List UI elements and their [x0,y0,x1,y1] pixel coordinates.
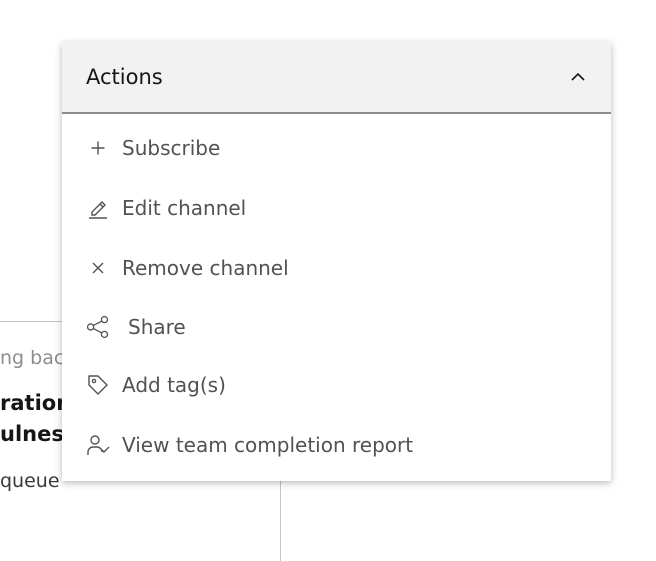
background-subtitle: queue [0,470,60,492]
tag-icon [86,373,110,397]
menu-item-label: Subscribe [122,136,221,160]
menu-item-label: Remove channel [122,256,289,280]
share-icon [86,315,110,339]
actions-dropdown: Actions Subscribe Edit channel Remove ch… [62,42,611,481]
user-check-icon [86,433,110,457]
menu-item-label: Add tag(s) [122,373,226,397]
chevron-up-icon [569,68,587,86]
menu-item-add-tags[interactable]: Add tag(s) [62,355,611,415]
menu-item-label: View team completion report [122,433,414,457]
actions-dropdown-title: Actions [86,65,163,89]
menu-item-label: Share [128,314,186,339]
edit-icon [86,196,110,220]
add-icon [86,136,110,160]
menu-item-view-team-completion-report[interactable]: View team completion report [62,415,611,475]
menu-item-label: Edit channel [122,196,247,220]
close-icon [86,256,110,280]
actions-dropdown-toggle[interactable]: Actions [62,42,611,114]
actions-menu: Subscribe Edit channel Remove channel Sh… [62,114,611,481]
background-eyebrow: ng bac [0,347,65,369]
menu-item-edit-channel[interactable]: Edit channel [62,178,611,238]
menu-item-subscribe[interactable]: Subscribe [62,118,611,178]
menu-item-remove-channel[interactable]: Remove channel [62,238,611,298]
menu-item-share[interactable]: Share [62,298,611,355]
